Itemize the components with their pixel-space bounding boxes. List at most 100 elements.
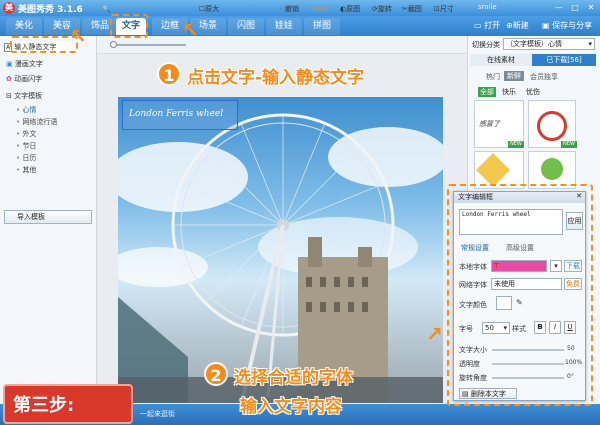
arrow-icon: ↗ (426, 322, 443, 346)
main-tabs: 美化 美容 饰品 文字 边框 场景 闪图 娃娃 拼图 ▭ 打开 ⊕新建 ▣ 保存… (0, 16, 600, 36)
delete-text-button[interactable]: ▤ 删除本文字 (459, 388, 517, 399)
tab-doll[interactable]: 娃娃 (266, 18, 302, 35)
close-button[interactable]: ✕ (584, 2, 598, 13)
tab-general-settings[interactable]: 常规设置 (461, 243, 489, 253)
folder-icon: ▭ (474, 21, 485, 30)
template-item-foreign[interactable]: 外文 (16, 128, 36, 140)
app-logo-icon: 美 (3, 2, 15, 14)
subfilter-sad[interactable]: 忧伤 (526, 87, 540, 97)
comic-text-button[interactable]: ▣ 漫画文字 (6, 58, 43, 71)
step-badge: 第三步: (3, 384, 133, 424)
opacity-label: 透明度 (459, 360, 480, 368)
step2-instruction-line2: 输入文字内容 (240, 397, 342, 417)
net-font-select[interactable]: 未使用 (491, 278, 562, 290)
photo (118, 97, 443, 403)
text-a-icon: A (4, 43, 13, 52)
tab-accessories[interactable]: 饰品 (82, 18, 118, 35)
save-share-button[interactable]: ▣ 保存与分享 (542, 19, 592, 33)
subfilter-all[interactable]: 全部 (478, 87, 496, 97)
rotate-angle-slider[interactable] (492, 377, 564, 379)
text-size-slider[interactable] (492, 349, 564, 351)
static-text-button[interactable]: A 输入静态文字 (4, 41, 76, 54)
bold-button[interactable]: B (534, 321, 546, 334)
text-input[interactable]: London Ferris wheel (459, 209, 563, 235)
net-font-label: 网络字体 (459, 281, 487, 289)
font-dropdown-button[interactable]: ▾ (550, 260, 562, 272)
font-t-icon: T (494, 262, 499, 270)
tab-downloaded[interactable]: 已下载[56] (532, 54, 596, 66)
template-item-slang[interactable]: 网络流行语 (16, 116, 57, 128)
category-label: 切换分类 (472, 41, 500, 49)
text-color-label: 文字颜色 (459, 301, 487, 309)
download-font-button[interactable]: 下载 (564, 260, 582, 272)
filter-new[interactable]: 新鲜 (504, 71, 524, 81)
zoom-out-icon[interactable]: 🔍 (102, 4, 111, 15)
trash-icon: ▤ (462, 390, 471, 398)
original-size-button[interactable]: ☐原大 (199, 4, 219, 15)
size-button[interactable]: ⊡尺寸 (434, 4, 454, 15)
tab-flash[interactable]: 闪图 (228, 18, 264, 35)
template-item-mood[interactable]: 心情 (16, 104, 36, 116)
tab-online-materials[interactable]: 在线素材 (470, 54, 532, 66)
opacity-value: 100% (565, 359, 583, 366)
text-size-value: 50 (567, 345, 575, 352)
opacity-slider[interactable] (492, 363, 564, 365)
chevron-down-icon: ▾ (503, 324, 507, 332)
zoom-slider[interactable] (114, 44, 186, 46)
free-badge: 免费 (564, 278, 582, 290)
local-font-select[interactable]: T (491, 260, 547, 272)
dialog-title: 文字编辑框 (454, 192, 585, 203)
chevron-down-icon: ▾ (588, 40, 592, 48)
local-font-label: 本地字体 (459, 263, 487, 271)
template-item-calendar[interactable]: 日历 (16, 152, 36, 164)
minimize-button[interactable]: — (552, 2, 566, 13)
original-image-button[interactable]: ◐原图 (340, 4, 360, 15)
user-name[interactable]: smile (478, 3, 497, 11)
template-item-holiday[interactable]: 节日 (16, 140, 36, 152)
category-select[interactable]: （文字模板）心情 ▾ (503, 38, 595, 50)
plus-icon: ⊕ (506, 21, 513, 30)
flash-icon: ✿ (6, 75, 12, 83)
chevron-down-icon: ▾ (554, 262, 558, 270)
tab-beautify[interactable]: 美化 (6, 18, 42, 35)
import-template-button[interactable]: 导入模板 (4, 210, 92, 224)
template-thumbnail[interactable] (528, 151, 576, 189)
status-tip[interactable]: 一起来逛街 (140, 409, 175, 419)
new-badge: NEW (508, 141, 524, 148)
dialog-close-icon[interactable]: ✕ (576, 192, 582, 200)
rotate-angle-value: 0° (567, 373, 574, 380)
template-thumbnail[interactable] (474, 151, 524, 189)
undo-button[interactable]: ↶撤销 (279, 4, 299, 15)
apply-button[interactable]: 应用 (566, 212, 583, 230)
template-item-other[interactable]: 其他 (16, 164, 36, 176)
flash-text-button[interactable]: ✿ 动画闪字 (6, 73, 42, 86)
style-label: 样式 (512, 325, 526, 333)
subfilter-happy[interactable]: 快乐 (502, 87, 516, 97)
filter-vip[interactable]: 会员独享 (530, 72, 558, 82)
text-overlay-box[interactable]: London Ferris wheel (122, 100, 238, 130)
eyedropper-icon[interactable]: ✎ (516, 298, 523, 307)
arrow-icon: ↖ (182, 18, 199, 42)
rotate-button[interactable]: ⟳旋转 (372, 4, 392, 15)
ferris-wheel-illustration (118, 113, 443, 403)
new-button[interactable]: ⊕新建 (506, 19, 529, 33)
tab-collage[interactable]: 拼图 (304, 18, 340, 35)
tab-advanced-settings[interactable]: 高级设置 (506, 243, 534, 253)
arrow-icon: ↖ (70, 24, 87, 48)
underline-button[interactable]: U (564, 321, 576, 334)
text-size-label: 文字大小 (459, 346, 487, 354)
text-color-swatch[interactable] (496, 296, 512, 310)
app-title: 美图秀秀 3.1.6 (18, 5, 83, 15)
screenshot-button[interactable]: ✂截图 (402, 4, 422, 15)
tab-text[interactable]: 文字 (116, 18, 146, 35)
zoom-slider-handle[interactable] (110, 41, 117, 48)
open-button[interactable]: ▭ 打开 (474, 19, 500, 33)
new-badge: NEW (561, 141, 577, 148)
italic-button[interactable]: I (549, 321, 561, 334)
font-size-label: 字号 (459, 325, 473, 333)
template-section[interactable]: ⊟ 文字模板 (6, 90, 42, 103)
font-size-select[interactable]: 50 ▾ (482, 322, 510, 334)
redo-button[interactable]: ↷重做 (309, 4, 329, 15)
filter-hot[interactable]: 热门 (486, 72, 500, 82)
maximize-button[interactable]: □ (568, 2, 582, 13)
